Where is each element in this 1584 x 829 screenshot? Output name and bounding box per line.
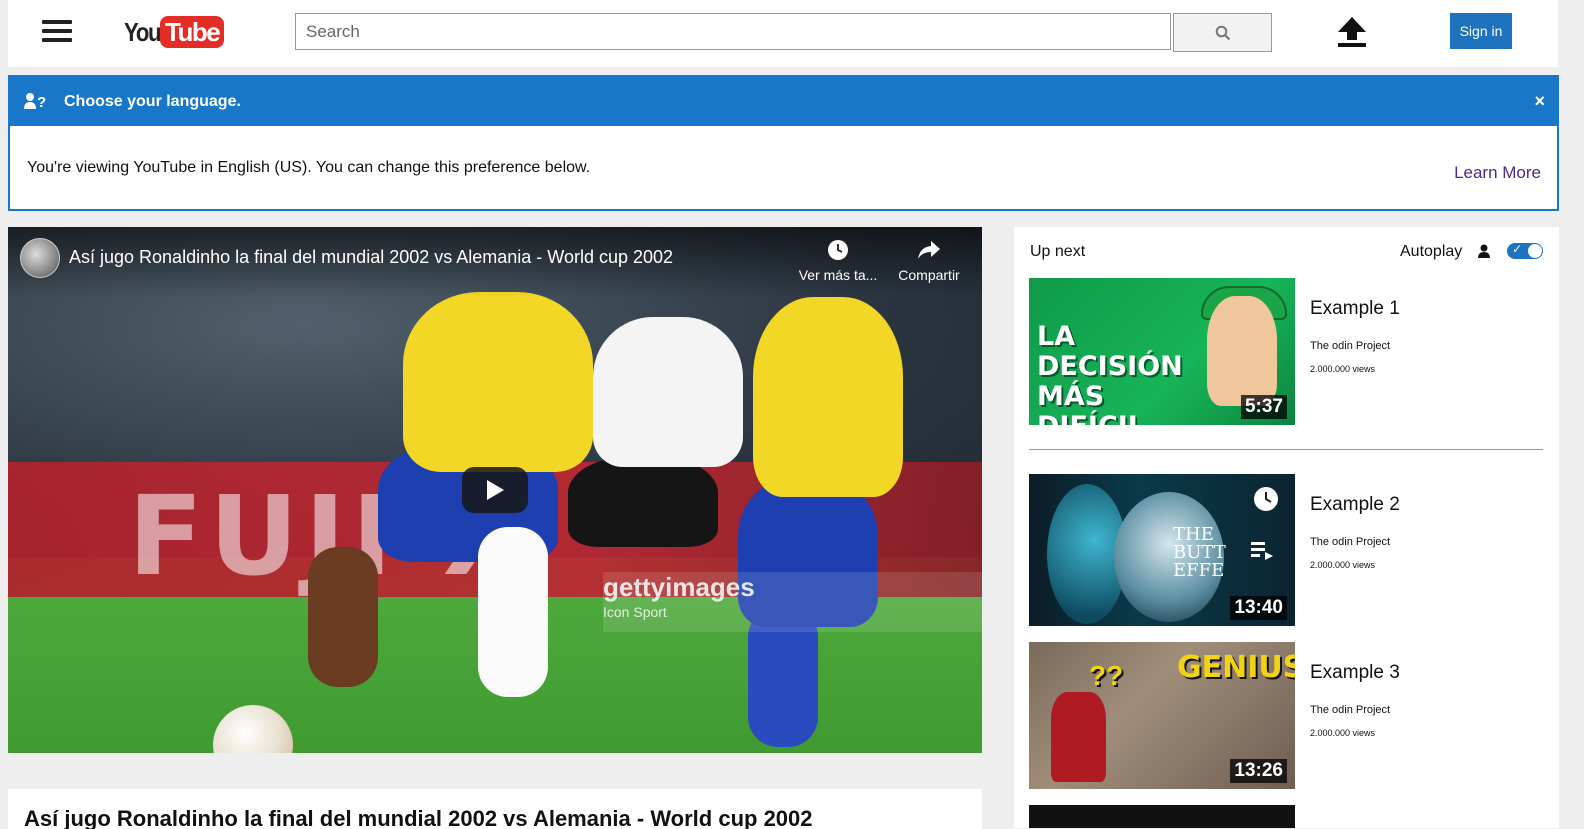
player-figure bbox=[568, 457, 718, 547]
add-to-queue-icon[interactable] bbox=[1251, 542, 1273, 560]
top-header: You Tube Search Sign in bbox=[8, 0, 1558, 67]
item-title[interactable]: Example 1 bbox=[1310, 298, 1400, 320]
video-info-panel: Así jugo Ronaldinho la final del mundial… bbox=[8, 789, 982, 829]
player-figure bbox=[753, 297, 903, 497]
share-button[interactable]: Compartir bbox=[893, 239, 965, 283]
clock-icon bbox=[828, 240, 848, 260]
item-views: 2.000.000 views bbox=[1310, 728, 1376, 738]
logo-you-text: You bbox=[124, 16, 162, 47]
video-overlay-title[interactable]: Así jugo Ronaldinho la final del mundial… bbox=[69, 247, 673, 268]
thumbnail-text: GENIUS bbox=[1177, 650, 1295, 685]
divider bbox=[1029, 449, 1543, 450]
getty-watermark: gettyimages Icon Sport bbox=[603, 572, 982, 632]
up-next-sidebar: Up next Autoplay ✓ LA DECISIÓN MÁS DIFÍC… bbox=[1014, 227, 1559, 828]
watermark-brand: gettyimages bbox=[603, 572, 755, 602]
channel-avatar[interactable] bbox=[20, 238, 60, 278]
video-title-heading: Así jugo Ronaldinho la final del mundial… bbox=[24, 806, 813, 829]
video-thumbnail[interactable]: ?? GENIUS 13:26 bbox=[1029, 642, 1295, 789]
item-views: 2.000.000 views bbox=[1310, 364, 1376, 374]
logo-tube-text: Tube bbox=[160, 16, 225, 48]
thumbnail-question-marks: ?? bbox=[1089, 660, 1124, 691]
player-figure bbox=[478, 527, 548, 697]
language-banner-header: ? Choose your language. × bbox=[10, 77, 1557, 126]
close-icon[interactable]: × bbox=[1534, 91, 1545, 112]
item-channel[interactable]: The odin Project bbox=[1310, 340, 1390, 352]
player-figure bbox=[593, 317, 743, 467]
language-banner: ? Choose your language. × You're viewing… bbox=[8, 75, 1559, 211]
user-icon bbox=[1478, 244, 1490, 263]
youtube-logo[interactable]: You Tube bbox=[124, 16, 225, 48]
video-thumbnail[interactable]: LA DECISIÓN MÁS DIFÍCIL 5:37 bbox=[1029, 278, 1295, 425]
share-label: Compartir bbox=[898, 267, 960, 283]
duration-badge: 13:26 bbox=[1230, 759, 1287, 783]
item-title[interactable]: Example 3 bbox=[1310, 662, 1400, 684]
play-icon bbox=[487, 480, 504, 500]
svg-text:?: ? bbox=[37, 94, 46, 110]
thumbnail-text: THE BUTT EFFE bbox=[1173, 524, 1226, 581]
search-icon bbox=[1215, 25, 1230, 40]
toggle-knob bbox=[1528, 244, 1542, 258]
thumbnail-figure bbox=[1207, 296, 1277, 406]
video-thumbnail[interactable]: THE BUTT EFFE 13:40 bbox=[1029, 474, 1295, 626]
check-icon: ✓ bbox=[1512, 242, 1523, 256]
upload-icon[interactable] bbox=[1336, 15, 1368, 49]
hamburger-menu-icon[interactable] bbox=[42, 20, 72, 46]
user-question-icon: ? bbox=[24, 92, 46, 110]
watermark-sub: Icon Sport bbox=[603, 604, 667, 620]
language-banner-message: You're viewing YouTube in English (US). … bbox=[27, 159, 591, 176]
item-channel[interactable]: The odin Project bbox=[1310, 704, 1390, 716]
player-figure bbox=[308, 547, 378, 687]
watch-later-label: Ver más ta... bbox=[798, 267, 878, 283]
thumbnail-figure bbox=[1051, 692, 1106, 782]
up-next-label: Up next bbox=[1030, 243, 1086, 260]
item-views: 2.000.000 views bbox=[1310, 560, 1376, 570]
item-title[interactable]: Example 2 bbox=[1310, 494, 1400, 516]
duration-badge: 13:40 bbox=[1230, 596, 1287, 620]
autoplay-label: Autoplay bbox=[1400, 243, 1463, 260]
video-thumbnail[interactable] bbox=[1029, 805, 1295, 828]
autoplay-toggle[interactable]: ✓ bbox=[1507, 242, 1543, 259]
clock-icon[interactable] bbox=[1253, 486, 1279, 512]
search-button[interactable] bbox=[1173, 13, 1272, 52]
duration-badge: 5:37 bbox=[1240, 395, 1287, 419]
language-banner-title: Choose your language. bbox=[64, 92, 241, 110]
player-figure bbox=[403, 292, 593, 472]
watch-later-button[interactable]: Ver más ta... bbox=[798, 239, 878, 283]
thumbnail-text: LA DECISIÓN MÁS DIFÍCIL bbox=[1037, 321, 1183, 426]
learn-more-link[interactable]: Learn More bbox=[1454, 163, 1541, 183]
search-input[interactable]: Search bbox=[295, 13, 1171, 50]
play-button[interactable] bbox=[462, 467, 528, 513]
video-player[interactable]: FUJI X gettyimages Icon Sport Así jugo R… bbox=[8, 227, 982, 753]
item-channel[interactable]: The odin Project bbox=[1310, 536, 1390, 548]
share-arrow-icon bbox=[918, 241, 940, 259]
sign-in-button[interactable]: Sign in bbox=[1450, 13, 1512, 49]
